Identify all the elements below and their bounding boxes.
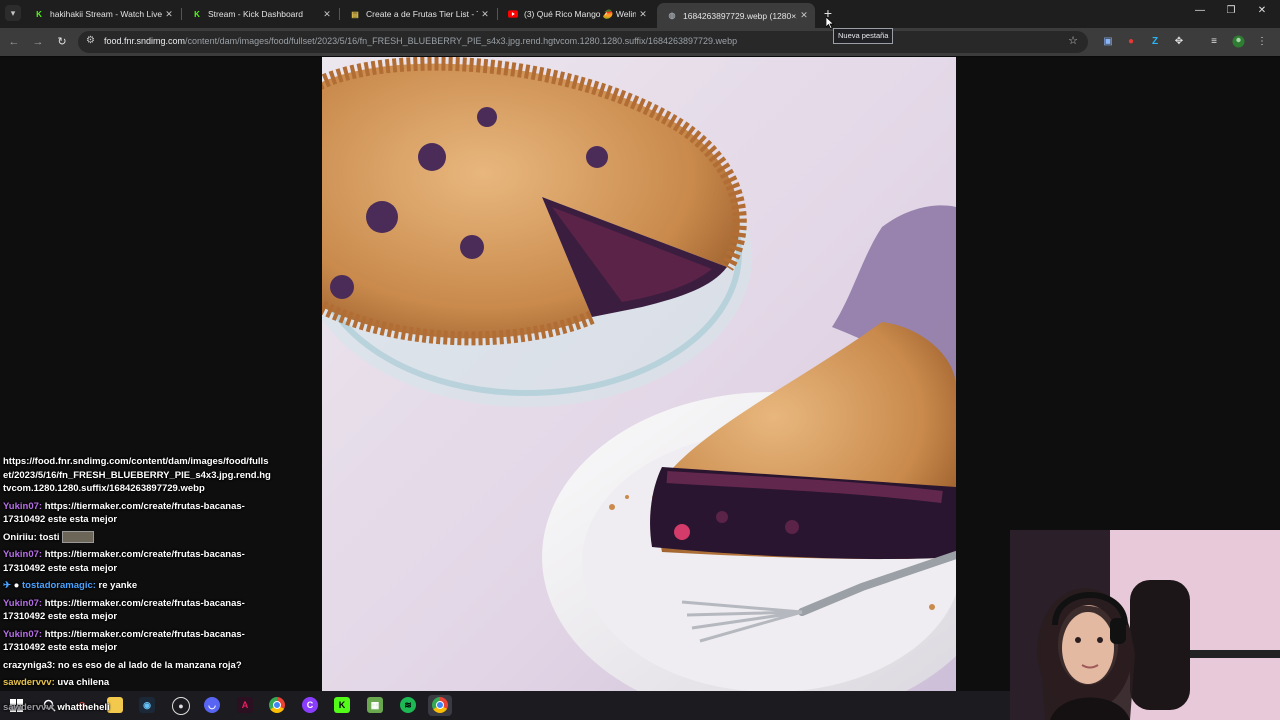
chat-username: Oniriiu: [3,531,37,543]
youtube-icon [508,9,518,19]
chat-username: Yukin07: [3,549,43,560]
chat-message: Yukin07: https://tiermaker.com/create/fr… [3,548,273,575]
close-tab-icon[interactable]: ✕ [320,9,334,20]
chat-message: ✈ ● tostadoramagic: re yanke [3,579,273,593]
chrome-icon[interactable] [269,697,285,713]
spotify-icon[interactable]: ≋ [400,697,416,713]
steam-icon[interactable]: ◉ [139,697,155,713]
close-tab-icon[interactable]: ✕ [162,9,176,20]
badge-icon: ✈ [3,580,11,591]
chat-username: sawdervvv: [3,677,55,688]
obs-icon[interactable]: ● [172,697,190,715]
red-extension-icon[interactable]: ● [1124,35,1138,49]
address-bar[interactable]: ⚙ food.fnr.sndimg.com/content/dam/images… [78,31,1088,53]
windows-taskbar: ◎ ◉ ● ◡ A C K ▦ ≋ [0,691,1010,720]
close-tab-icon[interactable]: ✕ [636,9,650,20]
chat-message: Yukin07: https://tiermaker.com/create/fr… [3,500,273,527]
translate-extension-icon[interactable]: Z [1148,35,1162,49]
blueberry-pie-image[interactable] [322,57,956,691]
tab-title: 1684263897729.webp (1280×1 [683,10,797,21]
tab-tiermaker[interactable]: ▤ Create a de Frutas Tier List - Tie ✕ [340,3,496,25]
restore-icon[interactable]: ❐ [1223,5,1239,16]
url-host: food.fnr.sndimg.com [104,36,186,46]
chat-message: Yukin07: https://tiermaker.com/create/fr… [3,628,273,655]
chrome-menu-icon[interactable]: ⋮ [1255,35,1269,49]
mouse-cursor-icon [825,16,835,34]
minimize-icon[interactable]: — [1192,5,1208,16]
tab-strip: ▾ K hakihakii Stream - Watch Live o ✕ K … [0,0,1280,28]
affinity-icon[interactable]: A [237,697,253,713]
kick-icon: K [194,9,200,19]
tab-webp-image[interactable]: ◍ 1684263897729.webp (1280×1 ✕ [657,3,815,28]
bookmark-star-icon[interactable]: ☆ [1068,34,1078,47]
tab-youtube[interactable]: (3) Qué Rico Mango 🥭 Welin ✕ [498,3,654,25]
chat-username: crazyniga3: [3,659,56,671]
minecraft-icon[interactable]: ▦ [367,697,383,713]
reload-icon[interactable]: ↻ [54,34,70,50]
chat-text: re yanke [98,580,138,591]
chat-message: Yukin07: https://tiermaker.com/create/fr… [3,597,273,624]
chat-message: Oniriiu: tosti [3,530,273,545]
new-tab-tooltip: Nueva pestaña [833,28,894,44]
kick-icon: K [36,9,42,19]
emote-image [62,530,95,543]
chat-message: https://food.fnr.sndimg.com/content/dam/… [3,455,273,496]
tab-kick-dashboard[interactable]: K Stream - Kick Dashboard ✕ [182,3,338,25]
chat-username: tostadoramagic: [22,580,96,591]
tab-title: (3) Qué Rico Mango 🥭 Welin [524,8,636,19]
discord-icon[interactable]: ◡ [204,697,220,713]
chat-message: sawdervvv: whattheheli [3,702,110,713]
avatar-badge-icon: ● [13,580,20,591]
close-window-icon[interactable]: ✕ [1254,5,1270,16]
tab-title: hakihakii Stream - Watch Live o [50,9,162,19]
address-url[interactable]: food.fnr.sndimg.com/content/dam/images/f… [104,36,737,46]
profile-avatar[interactable] [1231,35,1245,49]
chrome-active-icon[interactable] [432,697,448,713]
browser-toolbar: ← → ↻ ⚙ food.fnr.sndimg.com/content/dam/… [0,28,1280,56]
chat-text: tosti [39,531,60,543]
chat-username: Yukin07: [3,597,43,609]
url-path: /content/dam/images/food/fullset/2023/5/… [185,36,738,46]
chat-message: crazyniga3: no es eso de al lado de la m… [3,659,273,673]
chat-username: Yukin07: [3,628,43,640]
stream-chat-overlay: https://food.fnr.sndimg.com/content/dam/… [3,455,273,690]
chat-text: uva chilena [57,677,110,688]
back-icon[interactable]: ← [6,34,22,50]
canva-icon[interactable]: C [302,697,318,713]
chat-text: no es eso de al lado de la manzana roja? [57,659,242,671]
media-controls-icon[interactable]: ≡ [1207,35,1221,49]
tab-kick-stream[interactable]: K hakihakii Stream - Watch Live o ✕ [24,3,180,25]
tiermaker-icon: ▤ [351,9,359,19]
tab-search-icon[interactable]: ▾ [5,5,21,21]
tab-search-extension-icon[interactable]: ▣ [1101,35,1115,49]
tab-title: Create a de Frutas Tier List - Tie [366,9,478,19]
chat-message: sawdervvv: uva chilena [3,676,273,690]
chat-text: whattheheli [57,702,110,713]
site-info-icon[interactable]: ⚙ [86,35,95,46]
close-tab-icon[interactable]: ✕ [478,9,492,20]
tab-title: Stream - Kick Dashboard [208,9,303,19]
kick-icon[interactable]: K [334,697,350,713]
streamer-webcam [1010,530,1280,720]
extensions-puzzle-icon[interactable]: ✥ [1172,35,1186,49]
chat-text: https://food.fnr.sndimg.com/content/dam/… [3,456,271,494]
chat-username: Yukin07: [3,500,43,512]
globe-icon: ◍ [668,11,676,20]
close-tab-icon[interactable]: ✕ [797,10,811,21]
forward-icon[interactable]: → [30,34,46,50]
chat-username: sawdervvv: [3,702,55,713]
